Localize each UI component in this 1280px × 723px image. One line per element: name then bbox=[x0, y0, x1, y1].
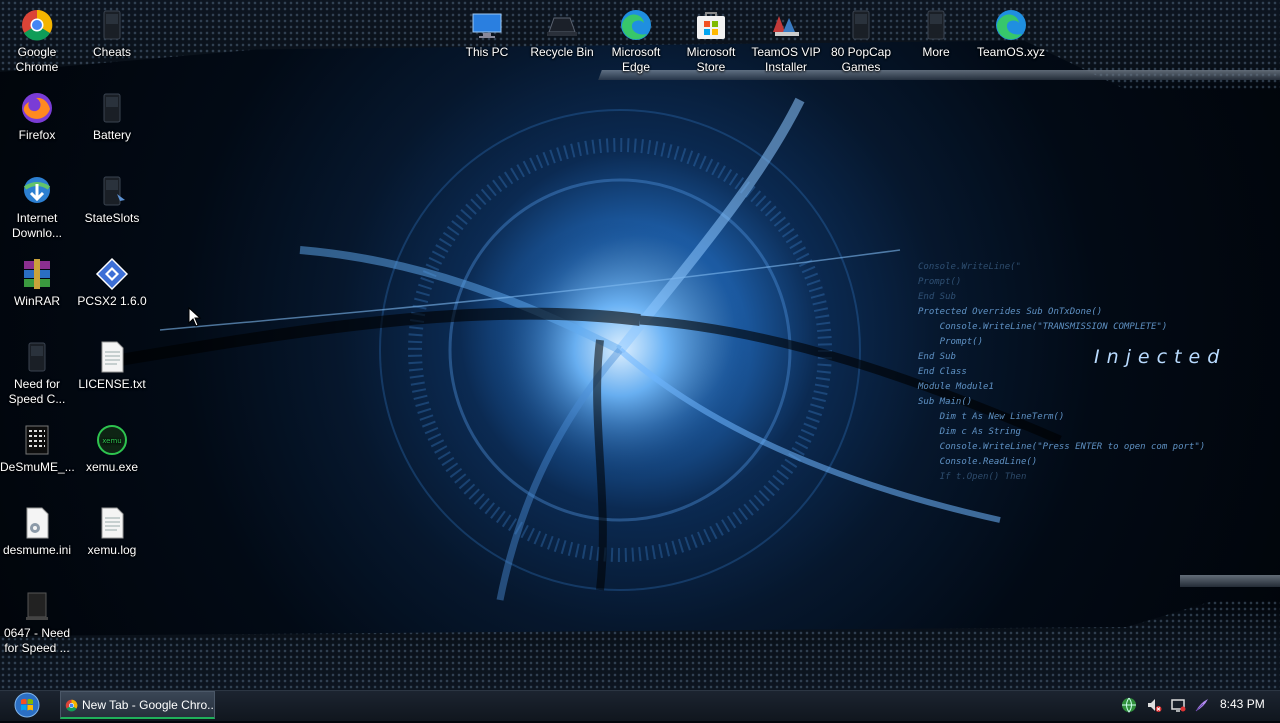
desktop-icon-cheats[interactable]: Cheats bbox=[75, 4, 149, 60]
network-globe-icon[interactable] bbox=[1121, 697, 1137, 713]
log-file-icon bbox=[95, 506, 129, 540]
desktop-icon-xemu-exe[interactable]: xemu xemu.exe bbox=[75, 419, 149, 475]
desktop-icon-label: desmume.ini bbox=[2, 543, 72, 557]
desktop-icon-google-chrome[interactable]: Google Chrome bbox=[0, 4, 74, 75]
svg-text:xemu: xemu bbox=[102, 437, 122, 445]
chrome-icon bbox=[65, 699, 78, 712]
code-line: Dim c As String bbox=[918, 427, 1021, 437]
desktop-icon-firefox[interactable]: Firefox bbox=[0, 87, 74, 143]
code-line: If t.Open() Then bbox=[918, 472, 1027, 482]
desktop-icon-label: Microsoft Edge bbox=[611, 45, 661, 74]
desktop-icon-pcsx2[interactable]: PCSX2 1.6.0 bbox=[75, 253, 149, 309]
code-line: Protected Overrides Sub OnTxDone() bbox=[918, 307, 1103, 317]
desktop-icon-label: LICENSE.txt bbox=[78, 377, 146, 391]
firefox-icon bbox=[20, 91, 54, 125]
nfs-file-icon bbox=[20, 589, 54, 623]
battery-shortcut-icon bbox=[95, 91, 129, 125]
desktop-wallpaper: Console.WriteLine(" Prompt() End Sub Pro… bbox=[0, 0, 1280, 690]
volume-muted-icon[interactable] bbox=[1146, 697, 1162, 713]
desktop-icon-label: Google Chrome bbox=[15, 45, 59, 74]
need-for-speed-icon bbox=[20, 340, 54, 374]
desktop-icon-label: More bbox=[922, 45, 950, 59]
code-line: Console.WriteLine("Press ENTER to open c… bbox=[918, 442, 1206, 452]
desktop-icon-recycle-bin[interactable]: Recycle Bin bbox=[525, 4, 599, 60]
wallpaper-code-block: Console.WriteLine(" Prompt() End Sub Pro… bbox=[918, 260, 1278, 485]
desktop-icon-internet-download-manager[interactable]: Internet Downlo... bbox=[0, 170, 74, 241]
winrar-icon bbox=[20, 257, 54, 291]
desktop-icon-desmume[interactable]: DeSmuME_... bbox=[0, 419, 75, 475]
code-line: Console.ReadLine() bbox=[918, 457, 1038, 467]
stateslots-shortcut-icon bbox=[95, 174, 129, 208]
desktop-icon-label: Battery bbox=[92, 128, 131, 142]
desktop-icon-label: PCSX2 1.6.0 bbox=[77, 294, 147, 308]
desktop-icon-label: TeamOS.xyz bbox=[976, 45, 1045, 59]
desktop-icon-label: Recycle Bin bbox=[530, 45, 594, 59]
this-pc-icon bbox=[470, 8, 504, 42]
desktop-icon-label: This PC bbox=[465, 45, 509, 59]
more-folder-icon bbox=[919, 8, 953, 42]
code-line: End Sub bbox=[918, 292, 956, 302]
desktop-icon-label: Internet Downlo... bbox=[11, 211, 63, 240]
desktop-icon-need-for-speed[interactable]: Need for Speed C... bbox=[0, 336, 74, 407]
desktop-icon-teamos-xyz[interactable]: TeamOS.xyz bbox=[974, 4, 1048, 60]
desktop-icon-microsoft-store[interactable]: Microsoft Store bbox=[674, 4, 748, 75]
mouse-cursor-icon bbox=[188, 307, 202, 327]
taskbar-item-label: New Tab - Google Chro... bbox=[82, 698, 215, 712]
desktop-icon-label: 80 PopCap Games bbox=[830, 45, 892, 74]
desktop-icon-label: Cheats bbox=[92, 45, 132, 59]
pen-feather-icon[interactable] bbox=[1194, 697, 1210, 713]
action-center-icon[interactable] bbox=[1170, 697, 1186, 713]
text-file-icon bbox=[95, 340, 129, 374]
chrome-icon bbox=[20, 8, 54, 42]
desktop-icon-label: Need for Speed C... bbox=[8, 377, 66, 406]
code-line: Sub Main() bbox=[918, 397, 973, 407]
desktop-icon-nfs-file[interactable]: 0647 - Need for Speed ... bbox=[0, 585, 74, 656]
desktop-icon-label: DeSmuME_... bbox=[0, 460, 75, 474]
desktop-icon-more[interactable]: More bbox=[899, 4, 973, 60]
desktop-icon-label: Microsoft Store bbox=[686, 45, 736, 74]
code-line: Prompt() bbox=[918, 277, 962, 287]
edge-icon bbox=[619, 8, 653, 42]
desktop-icon-license-txt[interactable]: LICENSE.txt bbox=[75, 336, 149, 392]
windows-logo-icon bbox=[14, 692, 40, 718]
desktop-icon-label: xemu.exe bbox=[85, 460, 139, 474]
code-line: Dim t As New LineTerm() bbox=[918, 412, 1065, 422]
start-button[interactable] bbox=[8, 692, 46, 718]
store-icon bbox=[694, 8, 728, 42]
teamos-edge-icon bbox=[994, 8, 1028, 42]
cheats-shortcut-icon bbox=[95, 8, 129, 42]
taskbar-item-chrome[interactable]: New Tab - Google Chro... bbox=[60, 691, 215, 719]
desktop-icon-label: Firefox bbox=[18, 128, 56, 142]
popcap-games-icon bbox=[844, 8, 878, 42]
desktop-icon-winrar[interactable]: WinRAR bbox=[0, 253, 74, 309]
internet-download-manager-icon bbox=[20, 174, 54, 208]
desktop-icon-battery[interactable]: Battery bbox=[75, 87, 149, 143]
desktop-icon-label: xemu.log bbox=[87, 543, 137, 557]
desktop-icon-xemu-log[interactable]: xemu.log bbox=[75, 502, 149, 558]
desktop-icon-label: TeamOS VIP Installer bbox=[751, 45, 821, 74]
code-line: Console.WriteLine(" bbox=[918, 262, 1021, 272]
desktop-icon-this-pc[interactable]: This PC bbox=[450, 4, 524, 60]
desktop-icon-label: StateSlots bbox=[84, 211, 140, 225]
desktop-icon-microsoft-edge[interactable]: Microsoft Edge bbox=[599, 4, 673, 75]
ini-file-icon bbox=[20, 506, 54, 540]
xemu-icon: xemu bbox=[95, 423, 129, 457]
desktop-icon-desmume-ini[interactable]: desmume.ini bbox=[0, 502, 74, 558]
desktop-icon-teamos-vip-installer[interactable]: TeamOS VIP Installer bbox=[749, 4, 823, 75]
code-line: Console.WriteLine("TRANSMISSION COMPLETE… bbox=[918, 322, 1168, 332]
desktop-icon-stateslots[interactable]: StateSlots bbox=[75, 170, 149, 226]
teamos-installer-icon bbox=[769, 8, 803, 42]
taskbar-clock[interactable]: 8:43 PM bbox=[1220, 697, 1265, 711]
wallpaper-tagline: Injected bbox=[1094, 346, 1227, 368]
desktop-icon-label: 0647 - Need for Speed ... bbox=[3, 626, 71, 655]
desktop-icon-popcap-games[interactable]: 80 PopCap Games bbox=[824, 4, 898, 75]
desktop-icon-label: WinRAR bbox=[13, 294, 60, 308]
pcsx2-icon bbox=[95, 257, 129, 291]
code-line: Module Module1 bbox=[918, 382, 994, 392]
desmume-icon bbox=[20, 423, 54, 457]
recycle-bin-icon bbox=[545, 8, 579, 42]
